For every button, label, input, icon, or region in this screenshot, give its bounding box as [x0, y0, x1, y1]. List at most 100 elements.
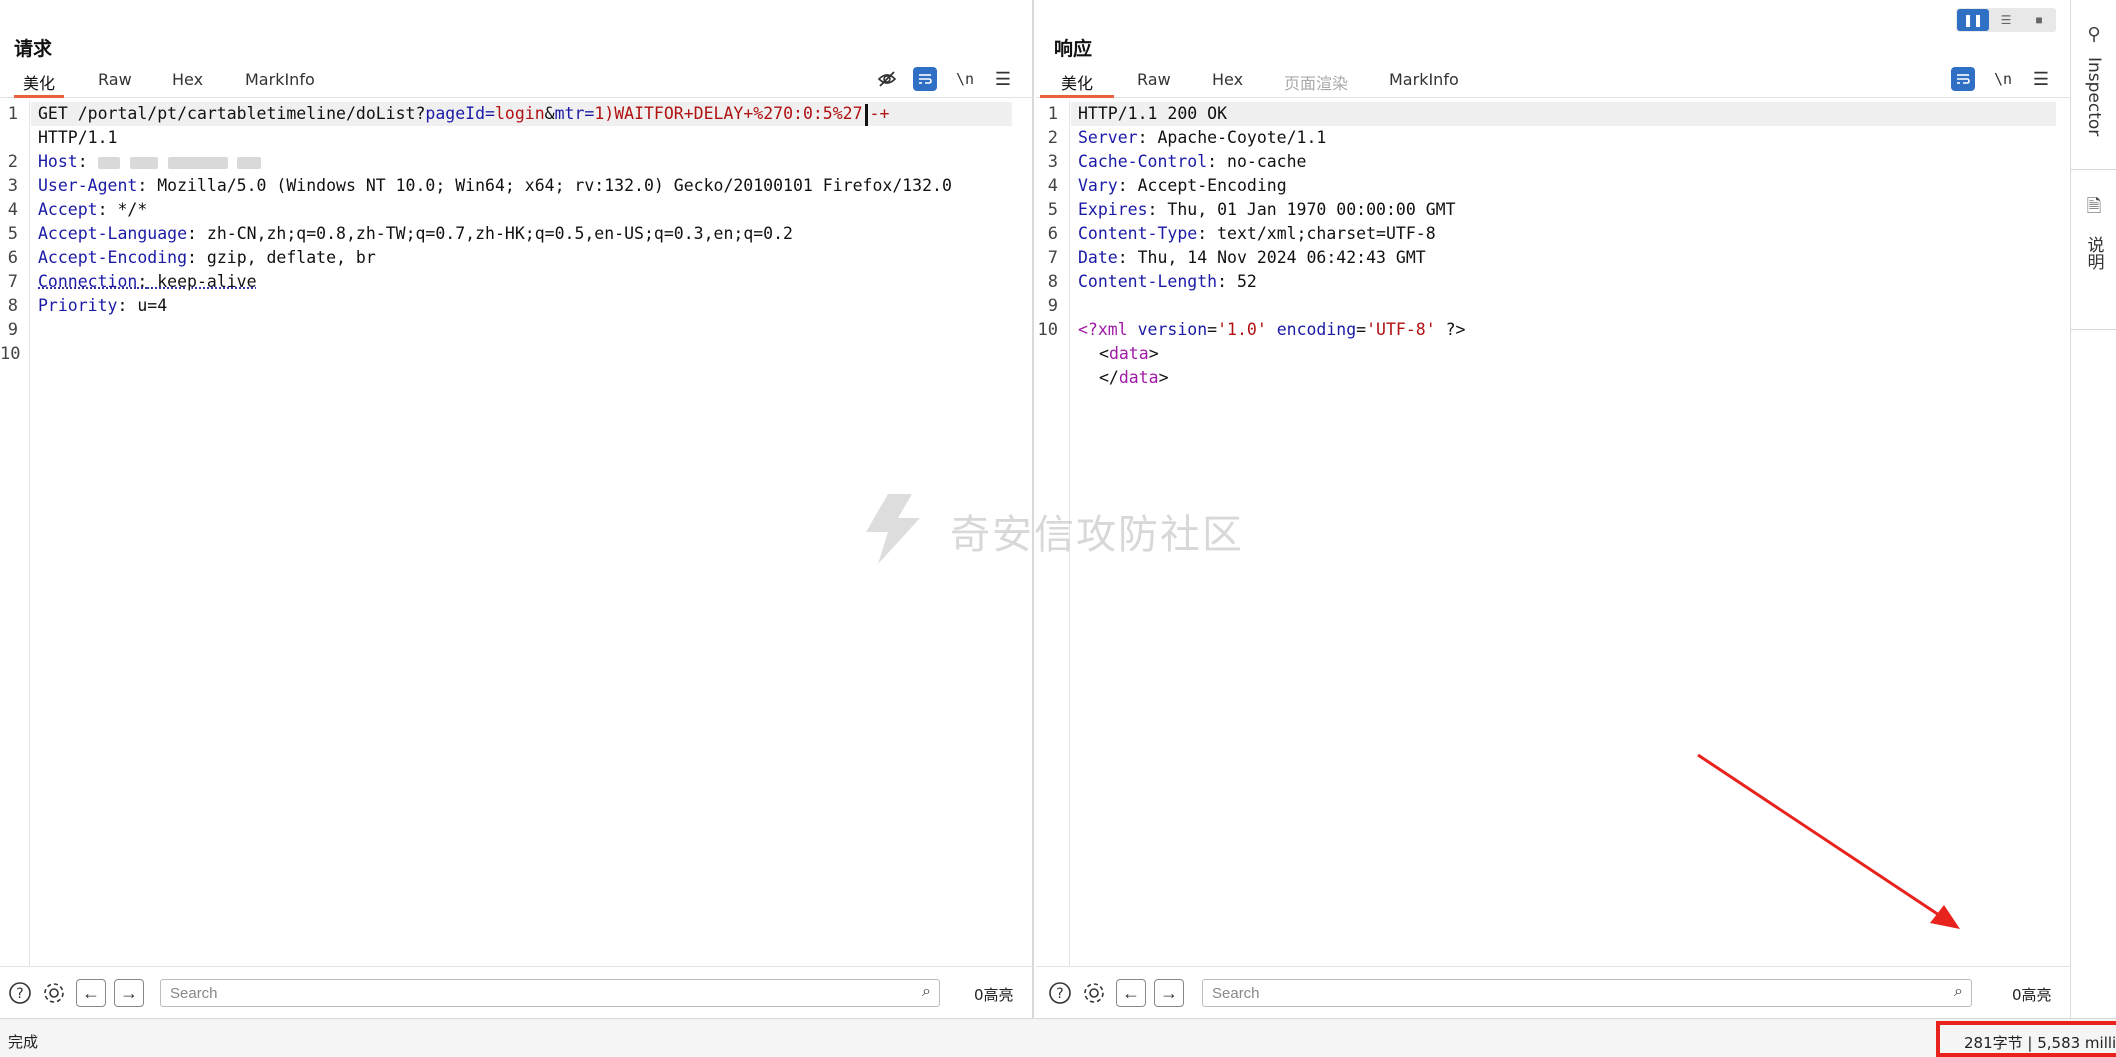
- response-tab-pretty[interactable]: 美化: [1040, 70, 1114, 98]
- response-line-2: Server: Apache-Coyote/1.1: [1078, 126, 1326, 150]
- response-tab-render[interactable]: 页面渲染: [1284, 70, 1348, 98]
- response-line-5: Expires: Thu, 01 Jan 1970 00:00:00 GMT: [1078, 198, 1456, 222]
- header-key: User-Agent: [38, 176, 137, 195]
- response-line-gutter: 1 2 3 4 5 6 7 8 9 10: [1036, 100, 1070, 966]
- eye-off-icon[interactable]: [874, 66, 900, 92]
- single-view-icon[interactable]: ■: [2023, 9, 2055, 31]
- line-number: 2: [0, 152, 18, 172]
- response-line-4: Vary: Accept-Encoding: [1078, 174, 1287, 198]
- line-number: 8: [0, 296, 18, 316]
- header-key: Accept: [38, 200, 98, 219]
- previous-arrow-icon[interactable]: ←: [1116, 979, 1146, 1007]
- request-search-input[interactable]: [161, 980, 861, 1006]
- line-number: 2: [1036, 128, 1058, 148]
- line-number: 4: [1036, 176, 1058, 196]
- next-arrow-icon[interactable]: →: [1154, 979, 1184, 1007]
- status-bar: 完成 281字节 | 5,583 millis: [0, 1018, 2116, 1057]
- request-editor[interactable]: 1 2 3 4 5 6 7 8 9 10 GET /portal/pt/cart…: [0, 100, 1032, 966]
- request-tab-raw[interactable]: Raw: [98, 70, 132, 98]
- header-key: Date: [1078, 248, 1118, 267]
- xml-close-tag: </data>: [1099, 366, 1169, 390]
- text-cursor: [865, 104, 868, 126]
- response-highlight-count: 0高亮: [2012, 984, 2052, 1005]
- xml-tag-name: data: [1119, 368, 1159, 387]
- header-key: Vary: [1078, 176, 1118, 195]
- redacted-host: [168, 157, 228, 169]
- redacted-host: [130, 157, 158, 169]
- response-tab-hex[interactable]: Hex: [1212, 70, 1243, 98]
- request-line-6: Accept-Encoding: gzip, deflate, br: [38, 246, 376, 270]
- header-value: no-cache: [1217, 152, 1306, 171]
- xml-bracket: >: [1159, 368, 1169, 387]
- header-key: Expires: [1078, 200, 1148, 219]
- response-line-3: Cache-Control: no-cache: [1078, 150, 1306, 174]
- xml-equals: =: [1207, 320, 1217, 339]
- xml-bracket: >: [1149, 344, 1159, 363]
- header-key: Host: [38, 152, 78, 171]
- redacted-host: [237, 157, 261, 169]
- response-status-line: HTTP/1.1 200 OK: [1078, 102, 1227, 126]
- header-key: Cache-Control: [1078, 152, 1207, 171]
- response-tab-markinfo[interactable]: MarkInfo: [1389, 70, 1459, 98]
- response-tab-raw[interactable]: Raw: [1137, 70, 1171, 98]
- search-icon: ⌕: [922, 983, 931, 1001]
- xml-equals: =: [1356, 320, 1366, 339]
- next-arrow-icon[interactable]: →: [114, 979, 144, 1007]
- header-value: Apache-Coyote/1.1: [1148, 128, 1327, 147]
- previous-arrow-icon[interactable]: ←: [76, 979, 106, 1007]
- request-tab-markinfo[interactable]: MarkInfo: [245, 70, 315, 98]
- help-icon[interactable]: ?: [1046, 979, 1074, 1007]
- request-line-3: User-Agent: Mozilla/5.0 (Windows NT 10.0…: [38, 174, 952, 198]
- line-number: 6: [0, 248, 18, 268]
- svg-text:?: ?: [16, 986, 23, 1002]
- request-line-1: GET /portal/pt/cartabletimeline/doList?p…: [38, 102, 889, 126]
- inspector-panel-toggle[interactable]: ⚲ Inspector: [2071, 0, 2116, 170]
- response-tab-bar: 美化 Raw Hex 页面渲染 MarkInfo: [1036, 68, 2070, 98]
- request-tab-pretty[interactable]: 美化: [14, 70, 64, 98]
- header-key: Content-Length: [1078, 272, 1217, 291]
- menu-icon[interactable]: ☰: [2028, 66, 2054, 92]
- line-number: 5: [0, 224, 18, 244]
- line-number: 7: [0, 272, 18, 292]
- param-separator: &: [545, 104, 555, 123]
- response-search-bar: ? ← → ⌕ 0高亮: [1036, 966, 2070, 1018]
- header-value: */*: [108, 200, 148, 219]
- header-value: Mozilla/5.0 (Windows NT 10.0; Win64; x64…: [147, 176, 952, 195]
- request-method-path: GET /portal/pt/cartabletimeline/doList?: [38, 104, 425, 123]
- header-key: Accept-Encoding: [38, 248, 187, 267]
- line-number: 7: [1036, 248, 1058, 268]
- wrap-icon[interactable]: [913, 67, 937, 91]
- response-search-field[interactable]: ⌕: [1202, 979, 1972, 1007]
- response-search-input[interactable]: [1203, 980, 1894, 1006]
- request-search-field[interactable]: ⌕: [160, 979, 940, 1007]
- split-rows-icon[interactable]: ☰: [1990, 9, 2022, 31]
- gear-icon[interactable]: [40, 979, 68, 1007]
- line-number: 6: [1036, 224, 1058, 244]
- param-name: pageId: [425, 104, 485, 123]
- line-number: 4: [0, 200, 18, 220]
- xml-open-tag: <data>: [1099, 342, 1159, 366]
- newline-icon[interactable]: \n: [1990, 66, 2016, 92]
- xml-attr-value: 'UTF-8': [1366, 320, 1436, 339]
- menu-icon[interactable]: ☰: [990, 66, 1016, 92]
- request-pane: 请求 美化 Raw Hex MarkInfo \n ☰ 1 2 3 4 5 6 …: [0, 0, 1034, 1018]
- help-icon[interactable]: ?: [6, 979, 34, 1007]
- xml-bracket: </: [1099, 368, 1119, 387]
- param-value: login: [495, 104, 545, 123]
- request-title: 请求: [14, 34, 52, 61]
- newline-icon[interactable]: \n: [952, 66, 978, 92]
- split-columns-icon[interactable]: ❚❚: [1957, 9, 1989, 31]
- response-title: 响应: [1054, 34, 1092, 61]
- request-line-4: Accept: */*: [38, 198, 147, 222]
- request-tab-hex[interactable]: Hex: [172, 70, 203, 98]
- header-value: text/xml;charset=UTF-8: [1207, 224, 1435, 243]
- line-number: 9: [0, 320, 18, 340]
- wrap-icon[interactable]: [1951, 67, 1975, 91]
- header-key: Priority: [38, 296, 117, 315]
- header-value: Thu, 01 Jan 1970 00:00:00 GMT: [1157, 200, 1455, 219]
- annotation-arrow: [1690, 745, 1970, 935]
- line-number: 8: [1036, 272, 1058, 292]
- notes-panel-toggle[interactable]: 🗎 说明: [2071, 170, 2116, 330]
- gear-icon[interactable]: [1080, 979, 1108, 1007]
- response-size-time: 281字节 | 5,583 millis: [1964, 1032, 2116, 1053]
